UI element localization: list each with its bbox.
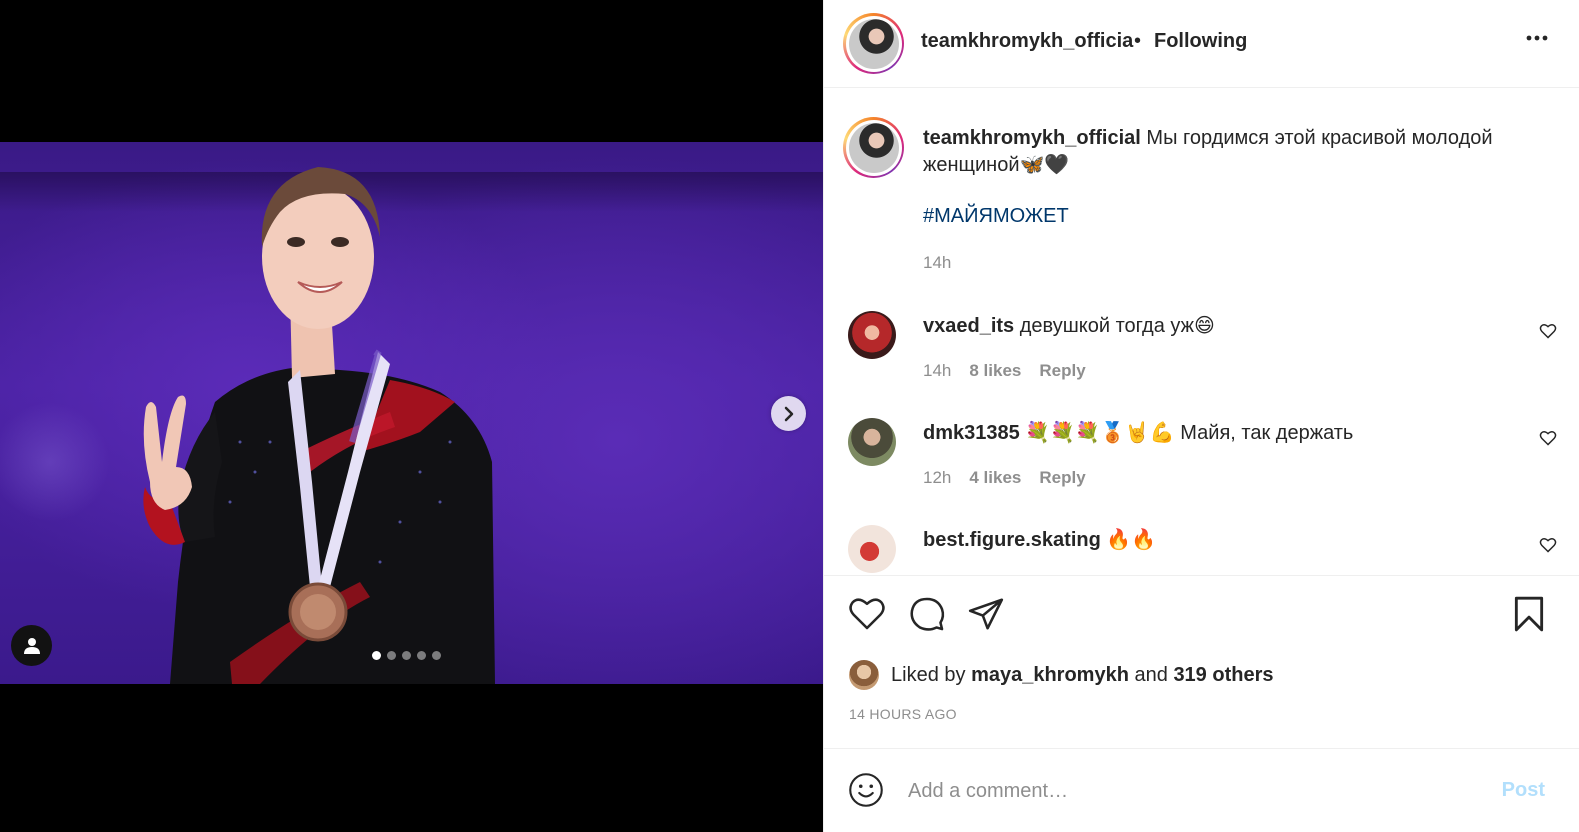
save-bookmark-icon[interactable]: [1512, 595, 1546, 633]
carousel-dot: [387, 651, 396, 660]
author-avatar[interactable]: [843, 13, 904, 74]
following-button[interactable]: Following: [1154, 30, 1247, 53]
like-heart-icon[interactable]: [848, 595, 886, 631]
comment-item: dmk31385 💐💐💐🥉🤘💪 Майя, так держать 12h 4 …: [824, 418, 1579, 518]
heart-icon[interactable]: [1539, 537, 1557, 553]
heart-icon[interactable]: [1539, 430, 1557, 446]
post-media: [0, 0, 823, 832]
heart-icon[interactable]: [1539, 323, 1557, 339]
reply-button[interactable]: Reply: [1039, 361, 1085, 381]
comment-meta: 14h 8 likes Reply: [923, 361, 1086, 381]
carousel-dot: [372, 651, 381, 660]
post-photo[interactable]: [0, 142, 823, 684]
add-comment-bar: Post: [824, 748, 1579, 832]
skater-illustration: [143, 167, 495, 684]
post-comment-button[interactable]: Post: [1502, 779, 1545, 802]
author-username[interactable]: teamkhromykh_officia: [921, 30, 1133, 53]
comment-username[interactable]: best.figure.skating: [923, 529, 1101, 551]
comment-text: девушкой тогда уж😄: [1019, 315, 1215, 337]
caption-time[interactable]: 14h: [923, 253, 951, 273]
comment-bubble-icon[interactable]: [908, 595, 946, 633]
comment-time[interactable]: 12h: [923, 468, 951, 488]
post-actions: [824, 577, 1579, 657]
commenter-avatar[interactable]: [848, 525, 896, 573]
carousel-dot: [432, 651, 441, 660]
comment-likes[interactable]: 8 likes: [969, 361, 1021, 381]
carousel-indicator: [372, 651, 441, 660]
separator-bullet: •: [1134, 30, 1142, 52]
post-header: teamkhromykh_officia • Following: [824, 0, 1579, 88]
comment-likes[interactable]: 4 likes: [969, 468, 1021, 488]
avatar-image: [848, 122, 899, 173]
liker-username[interactable]: maya_khromykh: [971, 664, 1129, 687]
comment-item: vxaed_its девушкой тогда уж😄 14h 8 likes…: [824, 311, 1579, 411]
share-paper-plane-icon[interactable]: [967, 595, 1005, 633]
avatar-image: [848, 18, 899, 69]
comment-username[interactable]: vxaed_its: [923, 315, 1014, 337]
comment-username[interactable]: dmk31385: [923, 422, 1020, 444]
post-details-panel: teamkhromykh_officia • Following teamkhr…: [823, 0, 1579, 832]
more-horizontal-icon[interactable]: [1525, 34, 1549, 42]
carousel-dot: [417, 651, 426, 660]
commenter-avatar[interactable]: [848, 418, 896, 466]
reply-button[interactable]: Reply: [1039, 468, 1085, 488]
liked-by-and: and: [1134, 663, 1168, 686]
chevron-right-icon: [784, 406, 793, 421]
comment-text: 🔥🔥: [1106, 529, 1157, 551]
comment-text: 💐💐💐🥉🤘💪 Майя, так держать: [1025, 422, 1354, 444]
liked-by-prefix: Liked by: [891, 663, 966, 686]
likes-others-link[interactable]: 319 others: [1173, 664, 1273, 687]
commenter-avatar[interactable]: [848, 311, 896, 359]
caption-author-avatar[interactable]: [843, 117, 904, 178]
hashtag-link[interactable]: #МАЙЯМОЖЕТ: [923, 205, 1069, 228]
post-timestamp[interactable]: 14 HOURS AGO: [849, 706, 957, 722]
next-photo-button[interactable]: [771, 396, 806, 431]
carousel-dot: [402, 651, 411, 660]
emoji-smiley-icon[interactable]: [848, 772, 884, 808]
caption-username[interactable]: teamkhromykh_official: [923, 127, 1141, 149]
comment-input[interactable]: [908, 775, 1468, 807]
comment-item: best.figure.skating 🔥🔥: [824, 525, 1579, 575]
comment-time[interactable]: 14h: [923, 361, 951, 381]
liked-by: Liked by maya_khromykh and 319 others: [849, 660, 1274, 690]
tagged-users-button[interactable]: [11, 625, 52, 666]
instagram-post-modal: teamkhromykh_officia • Following teamkhr…: [0, 0, 1579, 832]
user-icon: [23, 637, 40, 654]
comments-section[interactable]: teamkhromykh_official Мы гордимся этой к…: [824, 89, 1579, 576]
liker-avatar[interactable]: [849, 660, 879, 690]
comment-meta: 12h 4 likes Reply: [923, 468, 1086, 488]
caption-text: teamkhromykh_official Мы гордимся этой к…: [923, 125, 1543, 179]
